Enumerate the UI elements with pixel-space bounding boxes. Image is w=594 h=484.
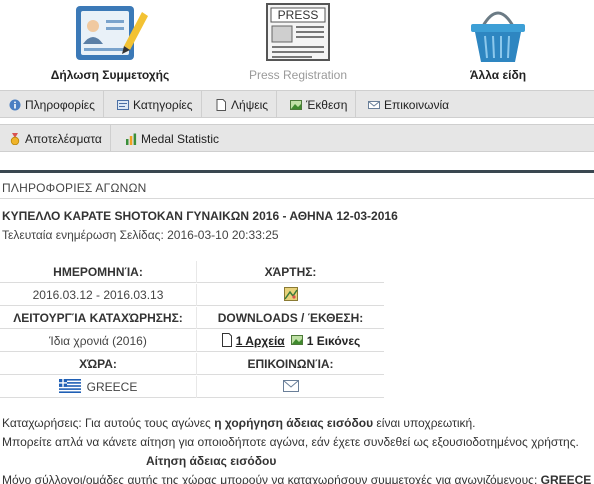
shopping-basket-icon — [471, 11, 525, 62]
date-header: ΗΜΕΡΟΜΗΝΊΑ: — [53, 265, 143, 279]
nav-downloads-label: Λήψεις — [231, 97, 269, 112]
country-cell: GREECE — [0, 376, 196, 398]
nav-contact-label: Επικοινωνία — [384, 97, 450, 112]
nav-exhibition-label: Έκθεση — [306, 97, 348, 112]
press-newspaper-icon: PRESS — [266, 3, 330, 61]
notes-text: Μόνο σύλλογοι/ομάδες αυτής της χώρας μπο… — [2, 473, 541, 484]
notes-text: Καταχωρήσεις: Για αυτούς τους αγώνες — [2, 416, 215, 430]
images-link[interactable]: 1 Εικόνες — [290, 334, 361, 349]
medal-icon — [9, 132, 21, 145]
notes-line-4: Μόνο σύλλογοι/ομάδες αυτής της χώρας μπο… — [2, 471, 591, 484]
nav-categories-label: Κατηγορίες — [133, 97, 193, 112]
contact-header: ΕΠΙΚΟΙΝΩΝΊΑ: — [196, 353, 384, 375]
notes-line-2: Μπορείτε απλά να κάνετε αίτηση για οποιο… — [2, 435, 579, 449]
categories-icon — [117, 99, 129, 111]
registration-link[interactable]: Δήλωση Συμμετοχής — [30, 0, 190, 90]
map-cell — [196, 284, 384, 306]
nav-exhibition[interactable]: Έκθεση — [281, 91, 357, 118]
table-row: Ίδια χρονιά (2016) 1 Αρχεία 1 Εικόνες — [0, 330, 384, 352]
nav-medal-statistic[interactable]: Medal Statistic — [116, 125, 227, 152]
greece-flag-icon — [58, 378, 81, 396]
nav-contact[interactable]: Επικοινωνία — [359, 91, 457, 118]
registration-mode-header: ΛΕΙΤΟΥΡΓΊΑ ΚΑΤΑΧΏΡΗΣΗΣ: — [13, 311, 183, 325]
images-link-label: 1 Εικόνες — [306, 334, 361, 348]
nav-downloads[interactable]: Λήψεις — [206, 91, 278, 118]
files-link-label: 1 Αρχεία — [235, 334, 285, 348]
image-icon — [290, 99, 302, 111]
map-header: ΧΆΡΤΗΣ: — [196, 261, 384, 283]
table-row: 2016.03.12 - 2016.03.13 — [0, 284, 384, 306]
map-icon[interactable] — [283, 286, 298, 304]
contact-cell — [196, 376, 384, 398]
press-registration-link[interactable]: PRESS Press Registration — [218, 0, 378, 90]
other-items-link[interactable]: Άλλα είδη — [418, 0, 578, 90]
country-header: ΧΏΡΑ: — [79, 357, 117, 371]
press-registration-label: Press Registration — [248, 68, 348, 82]
nav-results-label: Αποτελέσματα — [25, 131, 102, 146]
notes-line-1: Καταχωρήσεις: Για αυτούς τους αγώνες η χ… — [2, 414, 591, 433]
nav-info-label: Πληροφορίες — [25, 97, 95, 112]
entry-permit-request-link[interactable]: Αίτηση άδειας εισόδου — [2, 452, 591, 471]
nav-results[interactable]: Αποτελέσματα — [0, 125, 111, 152]
main-nav: Πληροφορίες Κατηγορίες Λήψεις Έκθεση Επι… — [0, 90, 594, 118]
registration-mode-value: Ίδια χρονιά (2016) — [49, 334, 147, 348]
secondary-nav: Αποτελέσματα Medal Statistic — [0, 124, 594, 152]
downloads-cell: 1 Αρχεία 1 Εικόνες — [196, 330, 384, 352]
nav-info[interactable]: Πληροφορίες — [0, 91, 104, 118]
files-link[interactable]: 1 Αρχεία — [221, 332, 285, 350]
registration-label: Δήλωση Συμμετοχής — [50, 68, 170, 82]
top-icon-bar: Δήλωση Συμμετοχής PRESS Press Registrati… — [0, 0, 594, 90]
press-icon-text: PRESS — [278, 8, 319, 22]
notes-text: είναι υποχρεωτική. — [373, 416, 476, 430]
document-icon — [215, 98, 227, 111]
mail-icon — [368, 99, 380, 111]
section-title: ΠΛΗΡΟΦΟΡΙΕΣ ΑΓΩΝΩΝ — [2, 181, 147, 195]
country-value: GREECE — [86, 380, 138, 394]
table-row: ΧΏΡΑ: ΕΠΙΚΟΙΝΩΝΊΑ: — [0, 353, 384, 375]
mail-icon[interactable] — [282, 379, 299, 395]
notes-emphasis: η χορήγηση άδειας εισόδου — [214, 416, 374, 430]
registration-form-icon — [76, 6, 148, 60]
registration-notes: Καταχωρήσεις: Για αυτούς τους αγώνες η χ… — [2, 414, 591, 484]
info-icon — [9, 99, 21, 111]
table-row: GREECE — [0, 376, 384, 398]
bar-chart-icon — [125, 133, 137, 145]
section-title-rule — [0, 198, 594, 199]
table-row: ΛΕΙΤΟΥΡΓΊΑ ΚΑΤΑΧΏΡΗΣΗΣ: DOWNLOADS / ΈΚΘΕ… — [0, 307, 384, 329]
nav-medal-label: Medal Statistic — [141, 131, 220, 146]
date-value: 2016.03.12 - 2016.03.13 — [32, 288, 164, 302]
downloads-header: DOWNLOADS / ΈΚΘΕΣΗ: — [196, 307, 384, 329]
notes-country: GREECE — [540, 473, 592, 484]
image-icon — [290, 334, 303, 349]
section-divider — [0, 170, 594, 173]
last-update: Τελευταία ενημέρωση Σελίδας: 2016-03-10 … — [2, 228, 279, 242]
table-row: ΗΜΕΡΟΜΗΝΊΑ: ΧΆΡΤΗΣ: — [0, 261, 384, 283]
nav-categories[interactable]: Κατηγορίες — [108, 91, 202, 118]
document-icon — [221, 332, 233, 350]
event-title: ΚΥΠΕΛΛΟ ΚΑΡΑΤΕ SHOTOKAN ΓΥΝΑΙΚΩΝ 2016 - … — [2, 209, 398, 223]
other-items-label: Άλλα είδη — [469, 68, 527, 82]
